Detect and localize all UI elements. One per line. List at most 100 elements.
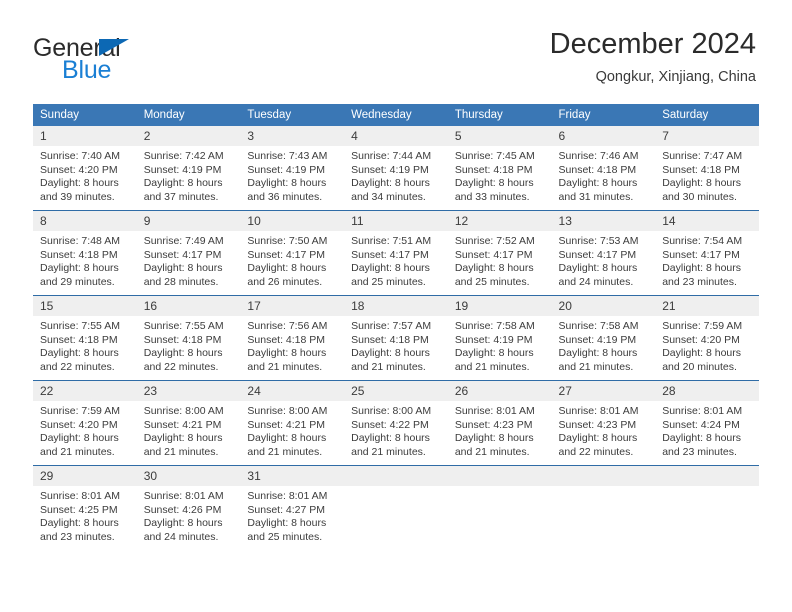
calendar-day-cell-empty bbox=[344, 465, 448, 550]
day-details bbox=[344, 486, 448, 490]
day-number: 19 bbox=[447, 296, 552, 316]
daylight-text-line1: Daylight: 8 hours bbox=[143, 432, 223, 445]
day-number: 24 bbox=[240, 381, 345, 401]
sunset-text: Sunset: 4:27 PM bbox=[247, 503, 326, 516]
calendar-day-cell-empty bbox=[655, 465, 759, 550]
sunrise-text: Sunrise: 7:58 AM bbox=[454, 320, 535, 332]
daylight-text-line1: Daylight: 8 hours bbox=[247, 347, 327, 360]
day-details bbox=[552, 486, 656, 490]
sunrise-text: Sunrise: 7:59 AM bbox=[40, 405, 120, 417]
day-number bbox=[551, 466, 656, 486]
calendar-day-cell[interactable]: 3 Sunrise: 7:43 AM Sunset: 4:19 PM Dayli… bbox=[240, 126, 345, 211]
day-details: Sunrise: 7:53 AM Sunset: 4:17 PM Dayligh… bbox=[552, 231, 656, 289]
day-number: 6 bbox=[551, 126, 656, 146]
daylight-text-line1: Daylight: 8 hours bbox=[247, 432, 327, 445]
calendar-day-cell[interactable]: 9 Sunrise: 7:49 AM Sunset: 4:17 PM Dayli… bbox=[136, 210, 241, 296]
calendar-day-cell[interactable]: 8 Sunrise: 7:48 AM Sunset: 4:18 PM Dayli… bbox=[33, 210, 137, 296]
day-number: 28 bbox=[655, 381, 759, 401]
day-number: 18 bbox=[344, 296, 448, 316]
daylight-text-line1: Daylight: 8 hours bbox=[40, 177, 119, 190]
day-details: Sunrise: 7:43 AM Sunset: 4:19 PM Dayligh… bbox=[240, 146, 344, 204]
daylight-text-line1: Daylight: 8 hours bbox=[558, 262, 638, 275]
daylight-text-line2: and 28 minutes. bbox=[143, 275, 219, 288]
calendar-day-cell[interactable]: 10 Sunrise: 7:50 AM Sunset: 4:17 PM Dayl… bbox=[240, 210, 345, 296]
calendar-day-cell[interactable]: 7 Sunrise: 7:47 AM Sunset: 4:18 PM Dayli… bbox=[655, 126, 759, 211]
day-number: 12 bbox=[447, 211, 552, 231]
calendar-day-cell[interactable]: 4 Sunrise: 7:44 AM Sunset: 4:19 PM Dayli… bbox=[344, 126, 448, 211]
calendar-day-cell[interactable]: 12 Sunrise: 7:52 AM Sunset: 4:17 PM Dayl… bbox=[447, 210, 552, 296]
calendar-day-cell[interactable]: 16 Sunrise: 7:55 AM Sunset: 4:18 PM Dayl… bbox=[136, 295, 241, 381]
daylight-text-line1: Daylight: 8 hours bbox=[247, 262, 327, 275]
calendar-day-cell[interactable]: 14 Sunrise: 7:54 AM Sunset: 4:17 PM Dayl… bbox=[655, 210, 759, 296]
day-details: Sunrise: 7:48 AM Sunset: 4:18 PM Dayligh… bbox=[33, 231, 137, 289]
day-number: 15 bbox=[33, 296, 137, 316]
day-details: Sunrise: 7:56 AM Sunset: 4:18 PM Dayligh… bbox=[240, 316, 344, 374]
daylight-text-line1: Daylight: 8 hours bbox=[662, 177, 742, 190]
calendar-day-cell[interactable]: 13 Sunrise: 7:53 AM Sunset: 4:17 PM Dayl… bbox=[551, 210, 656, 296]
calendar-day-cell[interactable]: 1 Sunrise: 7:40 AM Sunset: 4:20 PM Dayli… bbox=[33, 126, 137, 211]
calendar-day-cell[interactable]: 30 Sunrise: 8:01 AM Sunset: 4:26 PM Dayl… bbox=[136, 465, 241, 550]
calendar-week-row: 22 Sunrise: 7:59 AM Sunset: 4:20 PM Dayl… bbox=[33, 380, 759, 466]
calendar-day-cell[interactable]: 23 Sunrise: 8:00 AM Sunset: 4:21 PM Dayl… bbox=[136, 380, 241, 466]
calendar-day-cell[interactable]: 2 Sunrise: 7:42 AM Sunset: 4:19 PM Dayli… bbox=[136, 126, 241, 211]
sunset-text: Sunset: 4:20 PM bbox=[662, 333, 740, 346]
daylight-text-line2: and 21 minutes. bbox=[40, 445, 115, 458]
calendar-day-cell[interactable]: 25 Sunrise: 8:00 AM Sunset: 4:22 PM Dayl… bbox=[344, 380, 448, 466]
day-number: 26 bbox=[447, 381, 552, 401]
calendar-day-cell[interactable]: 17 Sunrise: 7:56 AM Sunset: 4:18 PM Dayl… bbox=[240, 295, 345, 381]
sunrise-text: Sunrise: 7:47 AM bbox=[662, 150, 743, 162]
calendar-body: 1 Sunrise: 7:40 AM Sunset: 4:20 PM Dayli… bbox=[33, 126, 759, 550]
daylight-text-line2: and 34 minutes. bbox=[351, 190, 426, 203]
daylight-text-line2: and 23 minutes. bbox=[662, 275, 737, 288]
sunset-text: Sunset: 4:18 PM bbox=[351, 333, 429, 346]
sunrise-text: Sunrise: 7:54 AM bbox=[662, 235, 743, 247]
day-details: Sunrise: 7:58 AM Sunset: 4:19 PM Dayligh… bbox=[552, 316, 656, 374]
day-number: 11 bbox=[344, 211, 448, 231]
sunrise-text: Sunrise: 7:59 AM bbox=[662, 320, 743, 332]
daylight-text-line2: and 20 minutes. bbox=[662, 360, 737, 373]
weekday-header-thursday: Thursday bbox=[447, 104, 552, 126]
calendar-day-cell[interactable]: 24 Sunrise: 8:00 AM Sunset: 4:21 PM Dayl… bbox=[240, 380, 345, 466]
calendar-day-cell[interactable]: 20 Sunrise: 7:58 AM Sunset: 4:19 PM Dayl… bbox=[551, 295, 656, 381]
sunset-text: Sunset: 4:17 PM bbox=[454, 248, 533, 261]
day-number: 29 bbox=[33, 466, 137, 486]
daylight-text-line2: and 21 minutes. bbox=[351, 445, 426, 458]
daylight-text-line2: and 33 minutes. bbox=[454, 190, 530, 203]
daylight-text-line1: Daylight: 8 hours bbox=[143, 262, 223, 275]
general-blue-logo: General Blue bbox=[33, 36, 233, 83]
calendar-day-cell[interactable]: 15 Sunrise: 7:55 AM Sunset: 4:18 PM Dayl… bbox=[33, 295, 137, 381]
calendar-day-cell[interactable]: 29 Sunrise: 8:01 AM Sunset: 4:25 PM Dayl… bbox=[33, 465, 137, 550]
day-details: Sunrise: 7:42 AM Sunset: 4:19 PM Dayligh… bbox=[137, 146, 241, 204]
calendar-day-cell[interactable]: 19 Sunrise: 7:58 AM Sunset: 4:19 PM Dayl… bbox=[447, 295, 552, 381]
sunset-text: Sunset: 4:18 PM bbox=[40, 248, 118, 261]
daylight-text-line1: Daylight: 8 hours bbox=[454, 347, 534, 360]
sunrise-text: Sunrise: 8:01 AM bbox=[143, 490, 224, 502]
calendar-day-cell-empty bbox=[447, 465, 552, 550]
sunset-text: Sunset: 4:17 PM bbox=[351, 248, 429, 261]
calendar-day-cell[interactable]: 11 Sunrise: 7:51 AM Sunset: 4:17 PM Dayl… bbox=[344, 210, 448, 296]
calendar-day-cell[interactable]: 31 Sunrise: 8:01 AM Sunset: 4:27 PM Dayl… bbox=[240, 465, 345, 550]
sunrise-text: Sunrise: 7:55 AM bbox=[143, 320, 224, 332]
day-number: 25 bbox=[344, 381, 448, 401]
calendar-day-cell[interactable]: 6 Sunrise: 7:46 AM Sunset: 4:18 PM Dayli… bbox=[551, 126, 656, 211]
day-details: Sunrise: 8:00 AM Sunset: 4:21 PM Dayligh… bbox=[240, 401, 344, 459]
calendar-day-cell[interactable]: 26 Sunrise: 8:01 AM Sunset: 4:23 PM Dayl… bbox=[447, 380, 552, 466]
calendar-day-cell[interactable]: 22 Sunrise: 7:59 AM Sunset: 4:20 PM Dayl… bbox=[33, 380, 137, 466]
day-number bbox=[655, 466, 759, 486]
calendar-day-cell[interactable]: 21 Sunrise: 7:59 AM Sunset: 4:20 PM Dayl… bbox=[655, 295, 759, 381]
sunrise-text: Sunrise: 8:00 AM bbox=[143, 405, 224, 417]
daylight-text-line2: and 22 minutes. bbox=[558, 445, 634, 458]
daylight-text-line2: and 21 minutes. bbox=[143, 445, 219, 458]
calendar-day-cell[interactable]: 27 Sunrise: 8:01 AM Sunset: 4:23 PM Dayl… bbox=[551, 380, 656, 466]
calendar-day-cell[interactable]: 5 Sunrise: 7:45 AM Sunset: 4:18 PM Dayli… bbox=[447, 126, 552, 211]
calendar-day-cell[interactable]: 18 Sunrise: 7:57 AM Sunset: 4:18 PM Dayl… bbox=[344, 295, 448, 381]
calendar-day-cell[interactable]: 28 Sunrise: 8:01 AM Sunset: 4:24 PM Dayl… bbox=[655, 380, 759, 466]
day-number: 13 bbox=[551, 211, 656, 231]
title-block: December 2024 Qongkur, Xinjiang, China bbox=[550, 28, 756, 87]
daylight-text-line1: Daylight: 8 hours bbox=[351, 177, 430, 190]
sunrise-text: Sunrise: 8:00 AM bbox=[247, 405, 328, 417]
day-details: Sunrise: 7:55 AM Sunset: 4:18 PM Dayligh… bbox=[33, 316, 137, 374]
sunrise-text: Sunrise: 7:55 AM bbox=[40, 320, 120, 332]
sunrise-text: Sunrise: 8:01 AM bbox=[40, 490, 120, 502]
daylight-text-line1: Daylight: 8 hours bbox=[351, 262, 430, 275]
